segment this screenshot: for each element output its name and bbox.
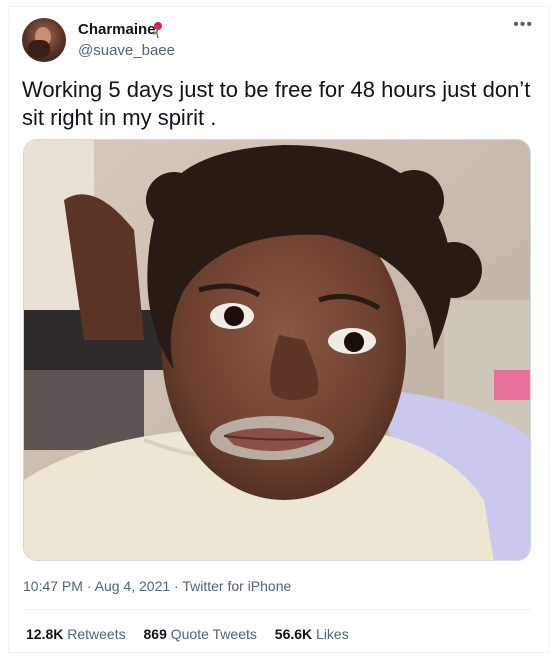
avatar[interactable] bbox=[22, 18, 66, 62]
more-horizontal-icon[interactable]: ••• bbox=[513, 16, 533, 34]
tweet-source[interactable]: Twitter for iPhone bbox=[182, 578, 291, 594]
tweet-date[interactable]: Aug 4, 2021 bbox=[95, 578, 171, 594]
tweet-meta: 10:47 PM · Aug 4, 2021 · Twitter for iPh… bbox=[23, 578, 291, 594]
retweets-label: Retweets bbox=[67, 626, 126, 642]
retweets-count: 12.8K bbox=[26, 626, 64, 642]
meta-separator: · bbox=[86, 578, 92, 594]
child-photo-image bbox=[24, 140, 530, 560]
divider bbox=[23, 609, 531, 610]
tweet-time[interactable]: 10:47 PM bbox=[23, 578, 83, 594]
retweets-stat[interactable]: 12.8K Retweets bbox=[26, 626, 126, 642]
rose-icon bbox=[152, 22, 162, 39]
tweet-photo[interactable] bbox=[23, 139, 531, 561]
likes-label: Likes bbox=[316, 626, 349, 642]
likes-stat[interactable]: 56.6K Likes bbox=[275, 626, 349, 642]
tweet-text: Working 5 days just to be free for 48 ho… bbox=[22, 77, 531, 130]
user-name[interactable]: Charmaine bbox=[78, 21, 156, 38]
user-handle[interactable]: @suave_baee bbox=[78, 42, 175, 59]
likes-count: 56.6K bbox=[274, 626, 313, 642]
quotes-stat[interactable]: 869 Quote Tweets bbox=[144, 626, 257, 642]
quotes-count: 869 bbox=[143, 626, 167, 642]
quotes-label: Quote Tweets bbox=[170, 626, 257, 642]
tweet-stats: 12.8K Retweets 869 Quote Tweets 56.6K Li… bbox=[26, 626, 363, 642]
meta-separator: · bbox=[174, 578, 179, 594]
